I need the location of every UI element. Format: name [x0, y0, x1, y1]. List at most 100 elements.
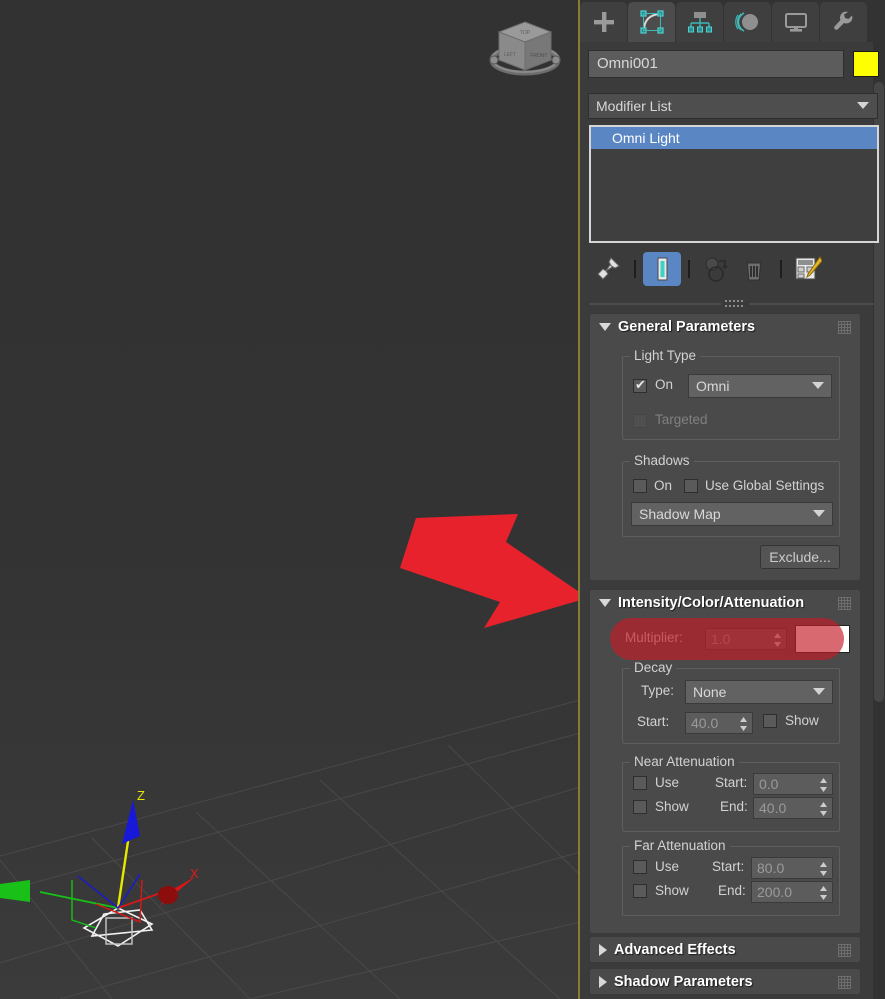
trash-icon [746, 259, 762, 281]
multiplier-value: 1.0 [711, 631, 731, 647]
near-start-value: 0.0 [759, 776, 779, 792]
modifier-list-dropdown[interactable]: Modifier List [588, 93, 878, 119]
modifier-stack[interactable]: Omni Light [589, 125, 879, 243]
rollout-title: Advanced Effects [614, 942, 736, 958]
near-show-checkbox[interactable] [633, 800, 647, 814]
shadows-on-label: On [654, 478, 673, 493]
light-type-dropdown[interactable]: Omni [688, 374, 832, 398]
rollout-grip-icon [838, 976, 851, 989]
tab-display[interactable] [772, 2, 819, 42]
spinner-arrows-icon[interactable] [739, 716, 748, 732]
far-end-value: 200.0 [757, 884, 793, 900]
z-axis-label: Z [137, 788, 145, 803]
decay-type-label: Type: [641, 683, 675, 698]
toolbar-divider [634, 260, 636, 278]
configure-sets-icon [795, 256, 822, 280]
spinner-arrows-icon[interactable] [819, 801, 828, 817]
exclude-button[interactable]: Exclude... [760, 545, 840, 569]
spinner-arrows-icon[interactable] [819, 885, 828, 901]
far-start-value: 80.0 [757, 860, 785, 876]
rollout-grip-icon [838, 944, 851, 957]
display-icon [784, 13, 807, 32]
group-decay: Decay Type: None Start: 40.0 Show [622, 660, 840, 744]
rollout-header-shadow-parameters[interactable]: Shadow Parameters [590, 969, 860, 995]
rollout-header-intensity[interactable]: Intensity/Color/Attenuation [590, 590, 860, 616]
light-on-label: On [655, 377, 674, 392]
light-on-checkbox[interactable] [633, 377, 647, 393]
viewcube-widget[interactable]: TOP LEFT FRONT [487, 12, 563, 88]
far-use-checkbox[interactable] [633, 860, 647, 874]
multiplier-field[interactable]: 1.0 [705, 628, 787, 650]
command-panel-tabs [580, 0, 885, 42]
spinner-arrows-icon[interactable] [773, 632, 782, 648]
group-label: Near Attenuation [630, 754, 739, 769]
chevron-down-icon [813, 688, 825, 695]
far-show-label: Show [655, 883, 689, 898]
remove-modifier-button[interactable] [735, 252, 773, 286]
chevron-right-icon [599, 976, 607, 988]
hierarchy-icon [687, 12, 712, 33]
chevron-right-icon [599, 944, 607, 956]
decay-start-value: 40.0 [691, 715, 719, 731]
rollout-header-advanced-effects[interactable]: Advanced Effects [590, 937, 860, 963]
show-end-result-button[interactable] [643, 252, 681, 286]
tab-utilities[interactable] [820, 2, 867, 42]
near-end-label: End: [720, 799, 748, 814]
tab-modify[interactable] [628, 2, 675, 42]
viewcube-left-label: LEFT [504, 52, 516, 58]
group-near-attenuation: Near Attenuation Use Show Start: 0.0 End… [622, 754, 840, 832]
red-annotation-arrow [400, 514, 580, 628]
group-shadows: Shadows On Use Global Settings Shadow Ma… [622, 453, 840, 537]
omni-light-gizmo[interactable]: Z X [0, 780, 230, 980]
near-start-field[interactable]: 0.0 [753, 773, 833, 795]
object-name-field[interactable]: Omni001 [588, 50, 844, 78]
x-axis-label: X [190, 866, 199, 881]
shadow-type-dropdown[interactable]: Shadow Map [631, 502, 833, 526]
motion-icon [734, 12, 758, 32]
chevron-down-icon [813, 510, 825, 517]
rollout-advanced-effects[interactable]: Advanced Effects [589, 936, 861, 963]
spinner-arrows-icon[interactable] [819, 861, 828, 877]
far-start-field[interactable]: 80.0 [751, 857, 833, 879]
far-end-field[interactable]: 200.0 [751, 881, 833, 903]
light-type-value: Omni [696, 378, 730, 394]
chevron-down-icon [857, 102, 869, 109]
shadows-on-checkbox[interactable] [633, 479, 647, 493]
tab-hierarchy[interactable] [676, 2, 723, 42]
near-end-field[interactable]: 40.0 [753, 797, 833, 819]
targeted-checkbox[interactable] [633, 414, 647, 428]
near-show-label: Show [655, 799, 689, 814]
configure-modifier-sets-button[interactable] [789, 252, 827, 286]
targeted-label: Targeted [655, 412, 708, 427]
wire-color-swatch[interactable] [853, 51, 879, 77]
group-label: Light Type [630, 348, 701, 363]
far-show-checkbox[interactable] [633, 884, 647, 898]
use-global-settings-checkbox[interactable] [684, 479, 698, 493]
rollout-header-general-parameters[interactable]: General Parameters [590, 314, 860, 340]
decay-type-dropdown[interactable]: None [685, 680, 833, 704]
viewcube-top-label: TOP [520, 30, 531, 36]
tab-create[interactable] [580, 2, 627, 42]
rollout-shadow-parameters[interactable]: Shadow Parameters [589, 968, 861, 995]
wrench-icon [833, 11, 852, 30]
decay-start-field[interactable]: 40.0 [685, 712, 753, 734]
group-label: Shadows [630, 453, 694, 468]
light-color-swatch[interactable] [795, 625, 850, 653]
show-end-result-icon [657, 257, 668, 281]
spinner-arrows-icon[interactable] [819, 777, 828, 793]
near-use-checkbox[interactable] [633, 776, 647, 790]
group-light-type: Light Type On Omni Targeted [622, 348, 840, 440]
far-end-label: End: [718, 883, 746, 898]
group-label: Decay [630, 660, 677, 675]
modify-icon [639, 10, 664, 34]
toolbar-divider [780, 260, 782, 278]
near-use-label: Use [655, 775, 680, 790]
pin-stack-button[interactable] [589, 252, 627, 286]
rollout-title: Intensity/Color/Attenuation [618, 595, 805, 611]
make-unique-button[interactable] [697, 252, 735, 286]
viewport-perspective[interactable]: TOP LEFT FRONT Z X [0, 0, 580, 999]
tab-motion[interactable] [724, 2, 771, 42]
stack-item-omni-light[interactable]: Omni Light [591, 127, 877, 149]
plus-icon [593, 12, 614, 32]
decay-show-checkbox[interactable] [763, 714, 777, 728]
